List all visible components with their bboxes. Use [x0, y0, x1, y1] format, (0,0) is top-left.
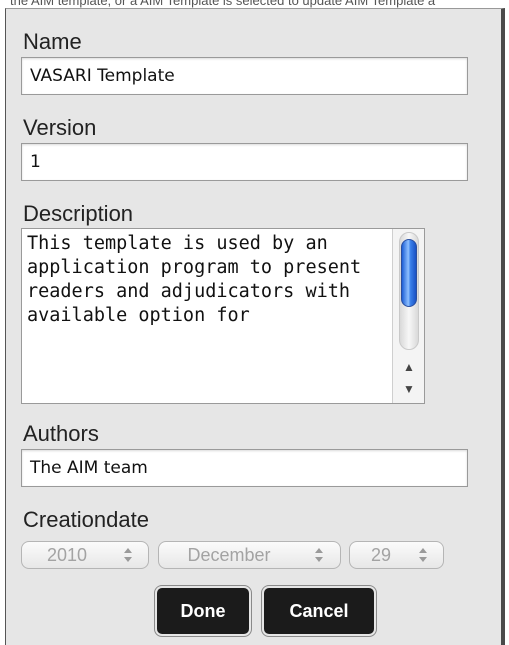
- scroll-thumb[interactable]: [401, 239, 417, 307]
- template-details-dialog: Name VASARI Template Version 1 Descripti…: [5, 8, 505, 645]
- day-value: 29: [370, 545, 392, 565]
- year-value: 2010: [46, 545, 88, 565]
- up-down-stepper-icon[interactable]: [417, 545, 429, 565]
- name-field[interactable]: VASARI Template: [21, 57, 468, 95]
- name-label: Name: [23, 29, 82, 54]
- description-textarea[interactable]: This template is used by an application …: [21, 228, 425, 404]
- month-stepper[interactable]: December: [158, 541, 341, 569]
- day-stepper[interactable]: 29: [349, 541, 444, 569]
- month-value: December: [187, 545, 271, 565]
- authors-field[interactable]: The AIM team: [21, 449, 468, 487]
- version-label: Version: [23, 115, 97, 140]
- creationdate-label: Creationdate: [23, 507, 149, 532]
- background-text: the AIM template, or a AIM Template is s…: [10, 0, 436, 8]
- description-scrollbar[interactable]: ▲ ▼: [392, 229, 424, 403]
- version-field[interactable]: 1: [21, 143, 468, 181]
- authors-label: Authors: [23, 421, 99, 446]
- up-down-stepper-icon[interactable]: [313, 545, 325, 565]
- background-window-text: the AIM template, or a AIM Template is s…: [0, 0, 509, 8]
- description-text: This template is used by an application …: [27, 233, 373, 326]
- scroll-up-arrow-icon[interactable]: ▲: [401, 357, 417, 377]
- done-button[interactable]: Done: [157, 588, 249, 634]
- description-label: Description: [23, 201, 134, 226]
- cancel-button[interactable]: Cancel: [264, 588, 374, 634]
- year-stepper[interactable]: 2010: [21, 541, 149, 569]
- scroll-down-arrow-icon[interactable]: ▼: [401, 379, 417, 399]
- up-down-stepper-icon[interactable]: [122, 545, 134, 565]
